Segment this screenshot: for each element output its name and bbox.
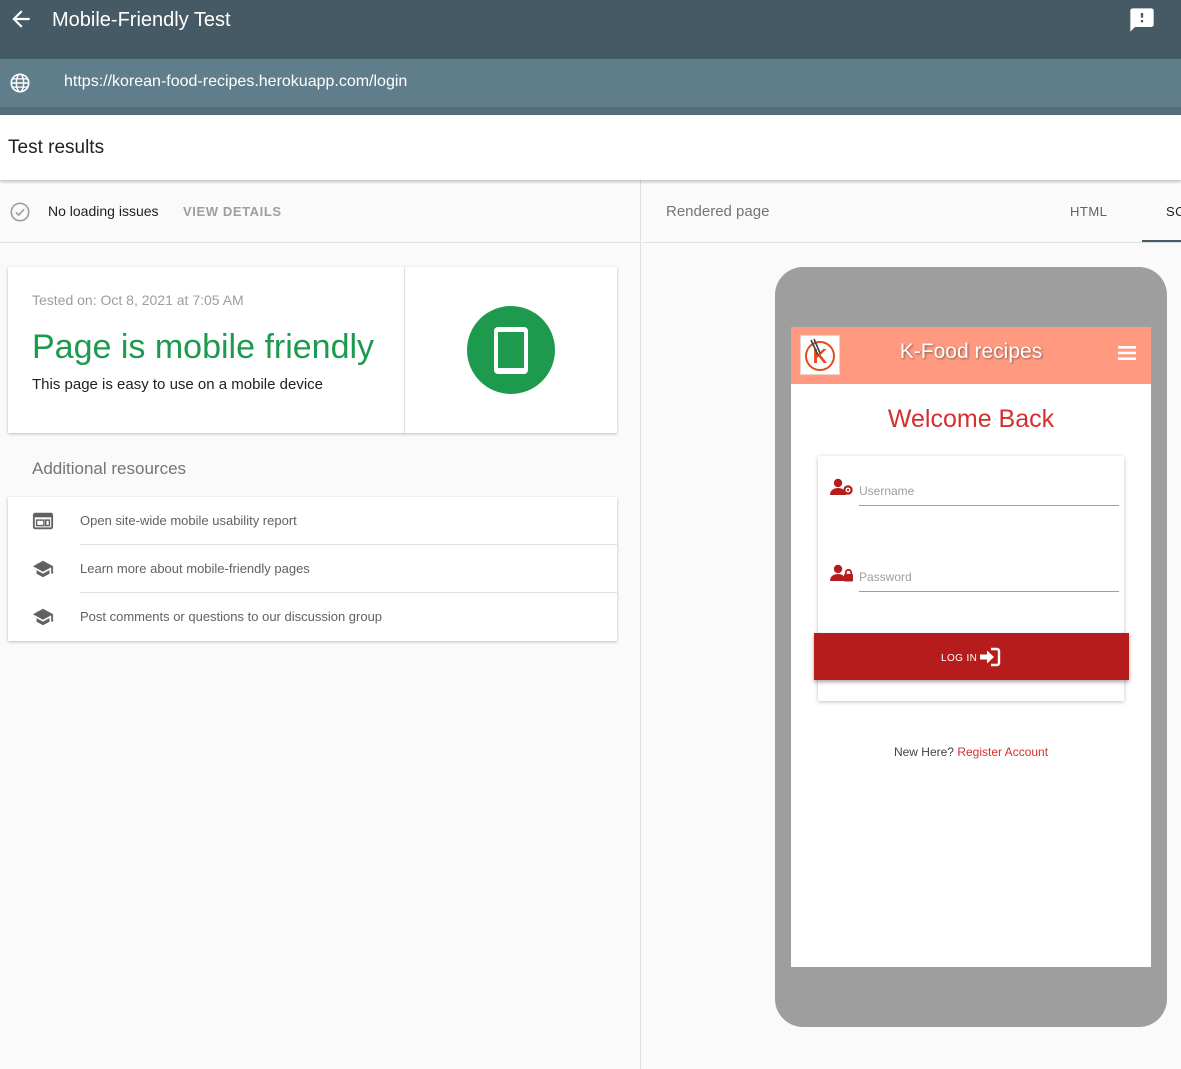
school-icon	[32, 608, 54, 626]
hamburger-menu-icon[interactable]	[1116, 343, 1138, 363]
left-pane: No loading issues VIEW DETAILS Tested on…	[0, 180, 641, 1069]
check-circle-icon	[10, 202, 30, 222]
tab-html[interactable]: HTML	[1070, 204, 1107, 219]
rendered-header: Rendered page HTML SC	[642, 180, 1181, 243]
resources-title: Additional resources	[32, 459, 187, 478]
resources-list: Open site-wide mobile usability report L…	[8, 497, 617, 641]
sign-in-icon	[980, 647, 1001, 667]
register-prompt: New Here? Register Account	[791, 745, 1151, 759]
rendered-page-label: Rendered page	[666, 203, 770, 220]
loading-status-row: No loading issues VIEW DETAILS	[0, 180, 641, 243]
list-item[interactable]: Learn more about mobile-friendly pages	[8, 545, 617, 593]
card-divider	[404, 267, 405, 433]
smartphone-icon	[467, 306, 555, 394]
tested-url[interactable]: https://korean-food-recipes.herokuapp.co…	[64, 73, 407, 91]
user-lock-icon	[830, 564, 853, 582]
globe-icon	[10, 73, 30, 93]
list-item[interactable]: Open site-wide mobile usability report	[8, 497, 617, 545]
list-item[interactable]: Post comments or questions to our discus…	[8, 593, 617, 641]
tested-on-timestamp: Tested on: Oct 8, 2021 at 7:05 AM	[32, 292, 244, 308]
loading-status-text: No loading issues	[48, 203, 159, 219]
results-title: Test results	[8, 137, 105, 158]
result-card: Tested on: Oct 8, 2021 at 7:05 AM Page i…	[8, 267, 617, 433]
login-button[interactable]: LOG IN	[814, 633, 1129, 680]
back-arrow-icon[interactable]	[8, 6, 34, 32]
site-brand: K-Food recipes	[899, 340, 1043, 363]
password-input[interactable]	[859, 562, 1119, 592]
active-tab-indicator	[1142, 240, 1181, 242]
school-icon	[32, 560, 54, 578]
phone-frame: K K-Food recipes Welcome Back Username L…	[775, 267, 1167, 1027]
rendered-screenshot: K K-Food recipes Welcome Back Username L…	[791, 327, 1151, 967]
login-form: LOG IN	[814, 456, 1129, 701]
list-item-label: Post comments or questions to our discus…	[80, 609, 383, 624]
register-account-link[interactable]: Register Account	[957, 745, 1048, 759]
app-title: Mobile-Friendly Test	[52, 9, 231, 31]
results-header: Test results	[0, 115, 1181, 180]
right-pane: Rendered page HTML SC K K-Food recipes W…	[642, 180, 1181, 1069]
web-report-icon	[32, 512, 54, 530]
url-bar-divider	[0, 107, 1181, 115]
username-input[interactable]	[859, 476, 1119, 506]
site-navbar: K K-Food recipes	[791, 327, 1151, 384]
login-button-label: LOG IN	[941, 653, 978, 664]
list-item-label: Learn more about mobile-friendly pages	[80, 561, 310, 576]
view-details-button[interactable]: VIEW DETAILS	[183, 204, 282, 219]
feedback-icon[interactable]	[1128, 6, 1156, 34]
user-cog-icon	[830, 478, 853, 495]
app-bar: Mobile-Friendly Test	[0, 0, 1181, 59]
welcome-heading: Welcome Back	[887, 405, 1055, 433]
register-prompt-text: New Here?	[893, 745, 954, 759]
verdict-heading: Page is mobile friendly	[32, 328, 375, 366]
verdict-description: This page is easy to use on a mobile dev…	[32, 376, 323, 393]
list-item-label: Open site-wide mobile usability report	[80, 513, 297, 528]
tab-screenshot[interactable]: SC	[1166, 204, 1181, 219]
